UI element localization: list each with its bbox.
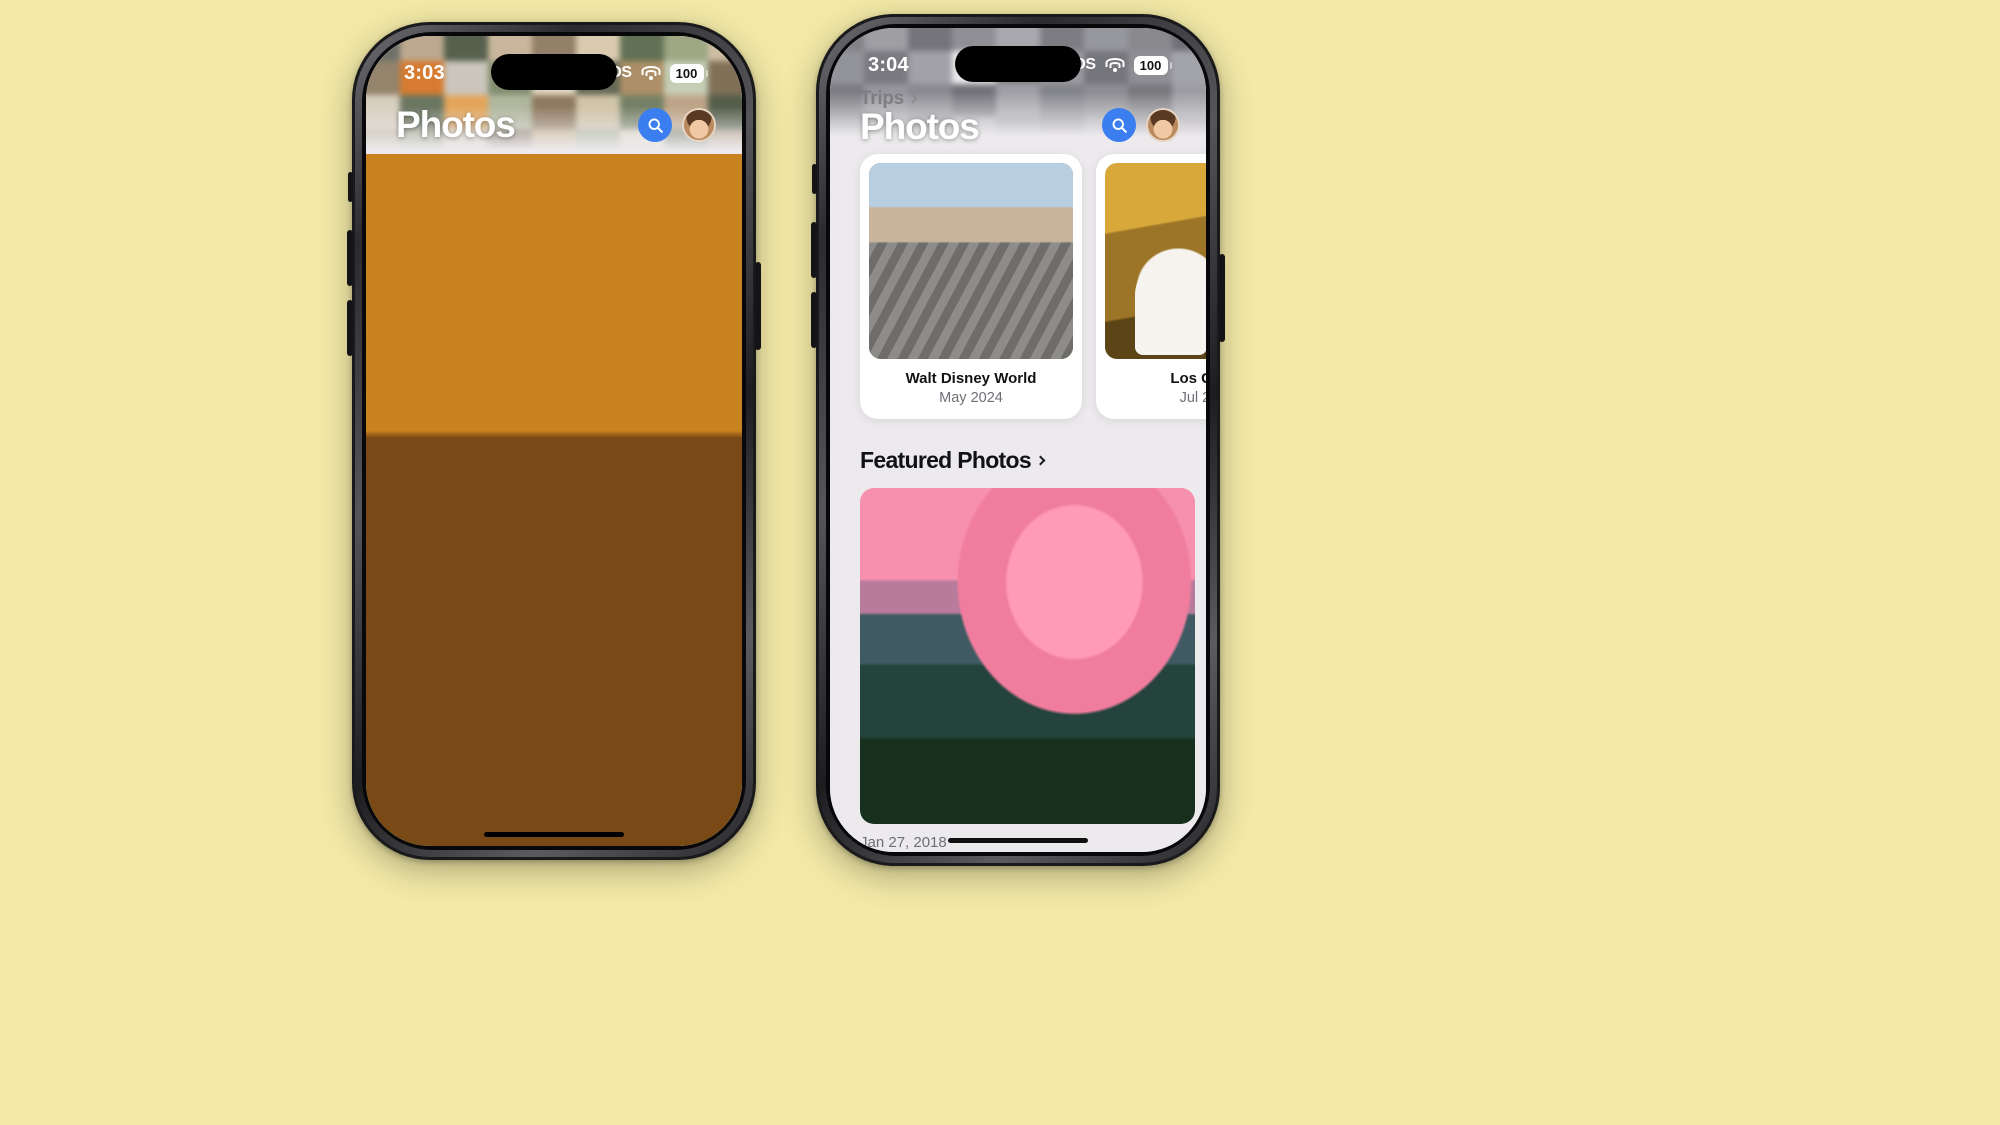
mute-switch[interactable] (812, 164, 817, 194)
power-button[interactable] (755, 262, 761, 350)
content-scroll-right[interactable]: Walt Disney World May 2024 Los Gatos Jul… (830, 138, 1206, 852)
featured-photos-strip[interactable]: Jan 27, 2018 De (830, 488, 1206, 851)
battery-indicator: 100 (1133, 55, 1172, 75)
chevron-right-icon (907, 93, 918, 104)
power-button[interactable] (1219, 254, 1225, 342)
chevron-right-icon (1035, 455, 1046, 465)
section-title-group: Featured Photos (860, 447, 1046, 474)
wifi-icon (641, 65, 661, 81)
phone-screen-left: 3:03 SOS 100 Photos (366, 36, 742, 846)
search-icon[interactable] (638, 108, 672, 142)
trip-name: Los Gatos (1170, 370, 1206, 387)
featured-photo-item[interactable]: Jan 27, 2018 (860, 488, 1195, 851)
battery-tip (705, 69, 708, 77)
nav-actions-left (638, 108, 716, 142)
breadcrumb-label: Trips (860, 88, 904, 109)
phone-screen-right: 3:04 SOS 100 Trips Photos (830, 28, 1206, 852)
trip-date: Jul 2023 (1179, 390, 1206, 406)
dynamic-island (491, 54, 617, 90)
battery-level: 100 (669, 63, 704, 83)
trip-name: Walt Disney World (905, 370, 1037, 387)
section-title: Featured Photos (860, 447, 1032, 473)
battery-indicator: 100 (669, 63, 708, 83)
section-header-featured-photos[interactable]: Featured Photos (830, 447, 1206, 474)
volume-up-button[interactable] (347, 230, 353, 286)
account-avatar-icon[interactable] (1146, 108, 1180, 142)
trip-card[interactable]: Walt Disney World May 2024 (860, 154, 1082, 419)
volume-up-button[interactable] (811, 222, 817, 278)
mute-switch[interactable] (348, 172, 353, 202)
dynamic-island (955, 46, 1081, 82)
page-title: Photos (860, 106, 980, 147)
trip-date: May 2024 (939, 390, 1003, 406)
iphone-mockup-left: 3:03 SOS 100 Photos (347, 22, 761, 860)
status-time: 3:03 (404, 61, 445, 84)
home-indicator (484, 832, 624, 837)
breadcrumb[interactable]: Trips (860, 88, 918, 110)
trip-image (1105, 163, 1206, 359)
battery-level: 100 (1133, 55, 1168, 75)
account-avatar-icon[interactable] (682, 108, 716, 142)
trip-cards-strip[interactable]: Walt Disney World May 2024 Los Gatos Jul… (830, 154, 1206, 419)
page-title: Photos (396, 104, 516, 145)
wifi-icon (1105, 57, 1125, 73)
home-indicator (948, 838, 1088, 843)
content-scroll-left[interactable]: Recent Days Tuesday Sunday (366, 154, 742, 846)
nav-actions-right (1102, 108, 1180, 142)
status-time: 3:04 (868, 53, 909, 76)
battery-tip (1169, 61, 1172, 69)
volume-down-button[interactable] (347, 300, 353, 356)
featured-photo-image (860, 488, 1195, 824)
trip-image (869, 163, 1073, 359)
search-icon[interactable] (1102, 108, 1136, 142)
trip-card[interactable]: Los Gatos Jul 2023 (1096, 154, 1206, 419)
photos-app-right: 3:04 SOS 100 Trips Photos (830, 28, 1206, 852)
iphone-mockup-right: 3:04 SOS 100 Trips Photos (811, 14, 1225, 866)
volume-down-button[interactable] (811, 292, 817, 348)
photos-app-left: 3:03 SOS 100 Photos (366, 36, 742, 846)
screenshot-stage: 3:03 SOS 100 Photos (0, 0, 2000, 1125)
